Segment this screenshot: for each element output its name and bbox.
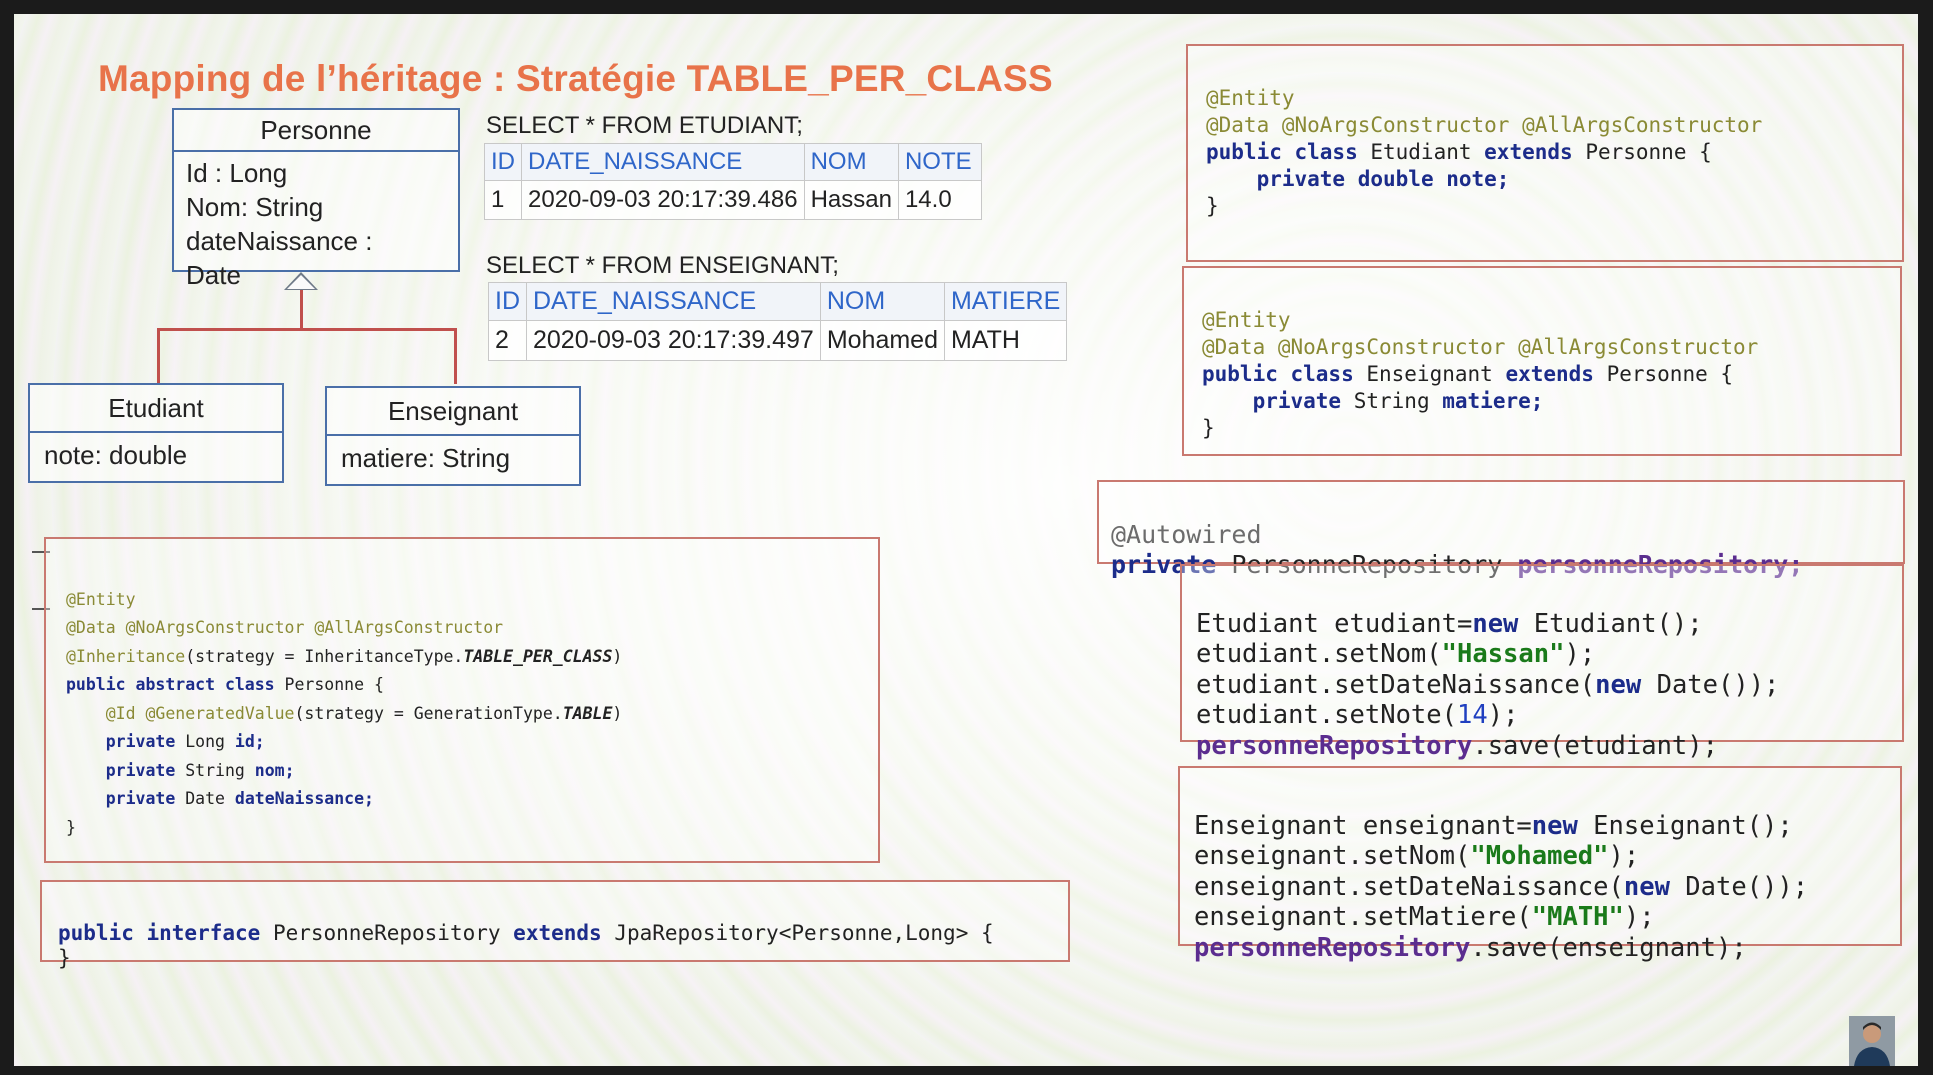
code-line: public class Etudiant extends Personne { [1206, 140, 1712, 164]
column-header: ID [488, 282, 527, 321]
code-line: @Entity [1202, 308, 1291, 332]
column-header: NOM [819, 282, 945, 321]
code-box-save-enseignant: Enseignant enseignant=new Enseignant(); e… [1178, 766, 1902, 963]
uml-attr: matiere: String [341, 443, 511, 473]
code-line: etudiant.setNom("Hassan"); [1196, 639, 1596, 669]
table-cell: 2020-09-03 20:17:39.497 [526, 320, 821, 361]
table-cell: 2020-09-03 20:17:39.486 [521, 180, 805, 220]
slide: Mapping de l’héritage : Stratégie TABLE_… [14, 14, 1918, 1066]
code-line: Etudiant etudiant=new Etudiant(); [1196, 608, 1703, 639]
uml-attr: Id : Long [186, 158, 288, 188]
inheritance-line [300, 290, 303, 330]
code-line: @Entity [1206, 86, 1295, 110]
code-line: private Long id; [105, 732, 265, 751]
table-cell: 1 [484, 180, 522, 220]
code-line: private Date dateNaissance; [105, 789, 374, 808]
code-line: @Autowired [1111, 520, 1262, 549]
table-cell: MATH [943, 320, 1068, 361]
inheritance-arrow-icon [284, 272, 318, 290]
uml-class-name: Personne [174, 110, 458, 152]
code-line: etudiant.setNote(14); [1196, 700, 1519, 730]
table-row: 1 2020-09-03 20:17:39.486 Hassan 14.0 [484, 180, 982, 220]
code-line: enseignant.setNom("Mohamed"); [1194, 841, 1640, 871]
column-header: DATE_NAISSANCE [526, 282, 821, 321]
code-line: enseignant.setMatiere("MATH"); [1194, 902, 1655, 932]
code-box-repository: public interface PersonneRepository exte… [40, 880, 1070, 970]
table-cell: Mohamed [819, 320, 945, 361]
column-header: NOM [803, 143, 899, 181]
uml-class-personne: Personne Id : Long Nom: String dateNaiss… [172, 108, 460, 290]
code-line: etudiant.setDateNaissance(new Date()); [1196, 669, 1780, 700]
sql-query-enseignant: SELECT * FROM ENSEIGNANT; [486, 252, 839, 279]
inheritance-line [157, 328, 457, 331]
table-cell: Hassan [803, 180, 899, 220]
presenter-avatar-icon [1849, 1016, 1895, 1066]
code-box-enseignant: @Entity @Data @NoArgsConstructor @AllArgs… [1182, 266, 1902, 456]
code-line: @Entity [66, 589, 136, 609]
uml-class-name: Etudiant [30, 385, 282, 433]
uml-attr: dateNaissance : [186, 226, 373, 256]
code-line: public interface PersonneRepository exte… [58, 921, 994, 945]
column-header: NOTE [897, 143, 982, 181]
uml-class-name: Enseignant [327, 388, 579, 436]
result-table-enseignant: ID DATE_NAISSANCE NOM MATIERE 2 2020-09-… [488, 282, 1068, 361]
code-box-personne: @Entity @Data @NoArgsConstructor @AllArgs… [44, 537, 880, 863]
inheritance-line [454, 328, 457, 384]
table-cell: 14.0 [897, 180, 982, 220]
column-header: MATIERE [943, 282, 1068, 321]
code-line: Enseignant enseignant=new Enseignant(); [1194, 810, 1793, 841]
code-box-autowired: @Autowired private PersonneRepository per… [1097, 480, 1905, 579]
code-line: } [58, 946, 71, 970]
code-line: private String nom; [105, 760, 295, 780]
table-header-row: ID DATE_NAISSANCE NOM NOTE [484, 143, 982, 181]
slide-title: Mapping de l’héritage : Stratégie TABLE_… [98, 58, 1053, 99]
code-line: } [1206, 194, 1219, 218]
uml-class-etudiant: Etudiant note: double [28, 383, 284, 483]
code-line: public class Enseignant extends Personne… [1202, 362, 1734, 386]
result-table-etudiant: ID DATE_NAISSANCE NOM NOTE 1 2020-09-03 … [484, 143, 982, 220]
sql-query-etudiant: SELECT * FROM ETUDIANT; [486, 112, 803, 139]
code-line: @Id @GeneratedValue(strategy = Generatio… [105, 703, 623, 723]
uml-attr: Nom: String [186, 192, 324, 222]
table-row: 2 2020-09-03 20:17:39.497 Mohamed MATH [488, 320, 1068, 361]
uml-class-enseignant: Enseignant matiere: String [325, 386, 581, 486]
column-header: ID [484, 143, 522, 181]
code-line: @Data @NoArgsConstructor @AllArgsConstru… [1206, 113, 1763, 137]
column-header: DATE_NAISSANCE [521, 143, 805, 181]
table-cell: 2 [488, 320, 527, 361]
code-box-save-etudiant: Etudiant etudiant=new Etudiant(); etudian… [1180, 564, 1904, 761]
table-header-row: ID DATE_NAISSANCE NOM MATIERE [488, 282, 1068, 321]
code-line: } [1202, 416, 1215, 440]
code-line: @Data @NoArgsConstructor @AllArgsConstru… [1202, 335, 1759, 359]
code-line: personneRepository.save(etudiant); [1196, 730, 1718, 761]
code-line: personneRepository.save(enseignant); [1194, 932, 1747, 963]
code-line: } [66, 817, 76, 837]
code-line: private double note; [1256, 167, 1510, 191]
inheritance-line [157, 328, 160, 384]
code-line: public abstract class Personne { [66, 675, 384, 694]
code-line: @Data @NoArgsConstructor @AllArgsConstru… [66, 618, 504, 637]
code-line: enseignant.setDateNaissance(new Date()); [1194, 871, 1809, 902]
code-box-etudiant: @Entity @Data @NoArgsConstructor @AllArgs… [1186, 44, 1904, 262]
code-line: private String matiere; [1252, 389, 1544, 413]
code-line: @Inheritance(strategy = InheritanceType.… [66, 646, 623, 666]
uml-attr: note: double [44, 440, 188, 470]
